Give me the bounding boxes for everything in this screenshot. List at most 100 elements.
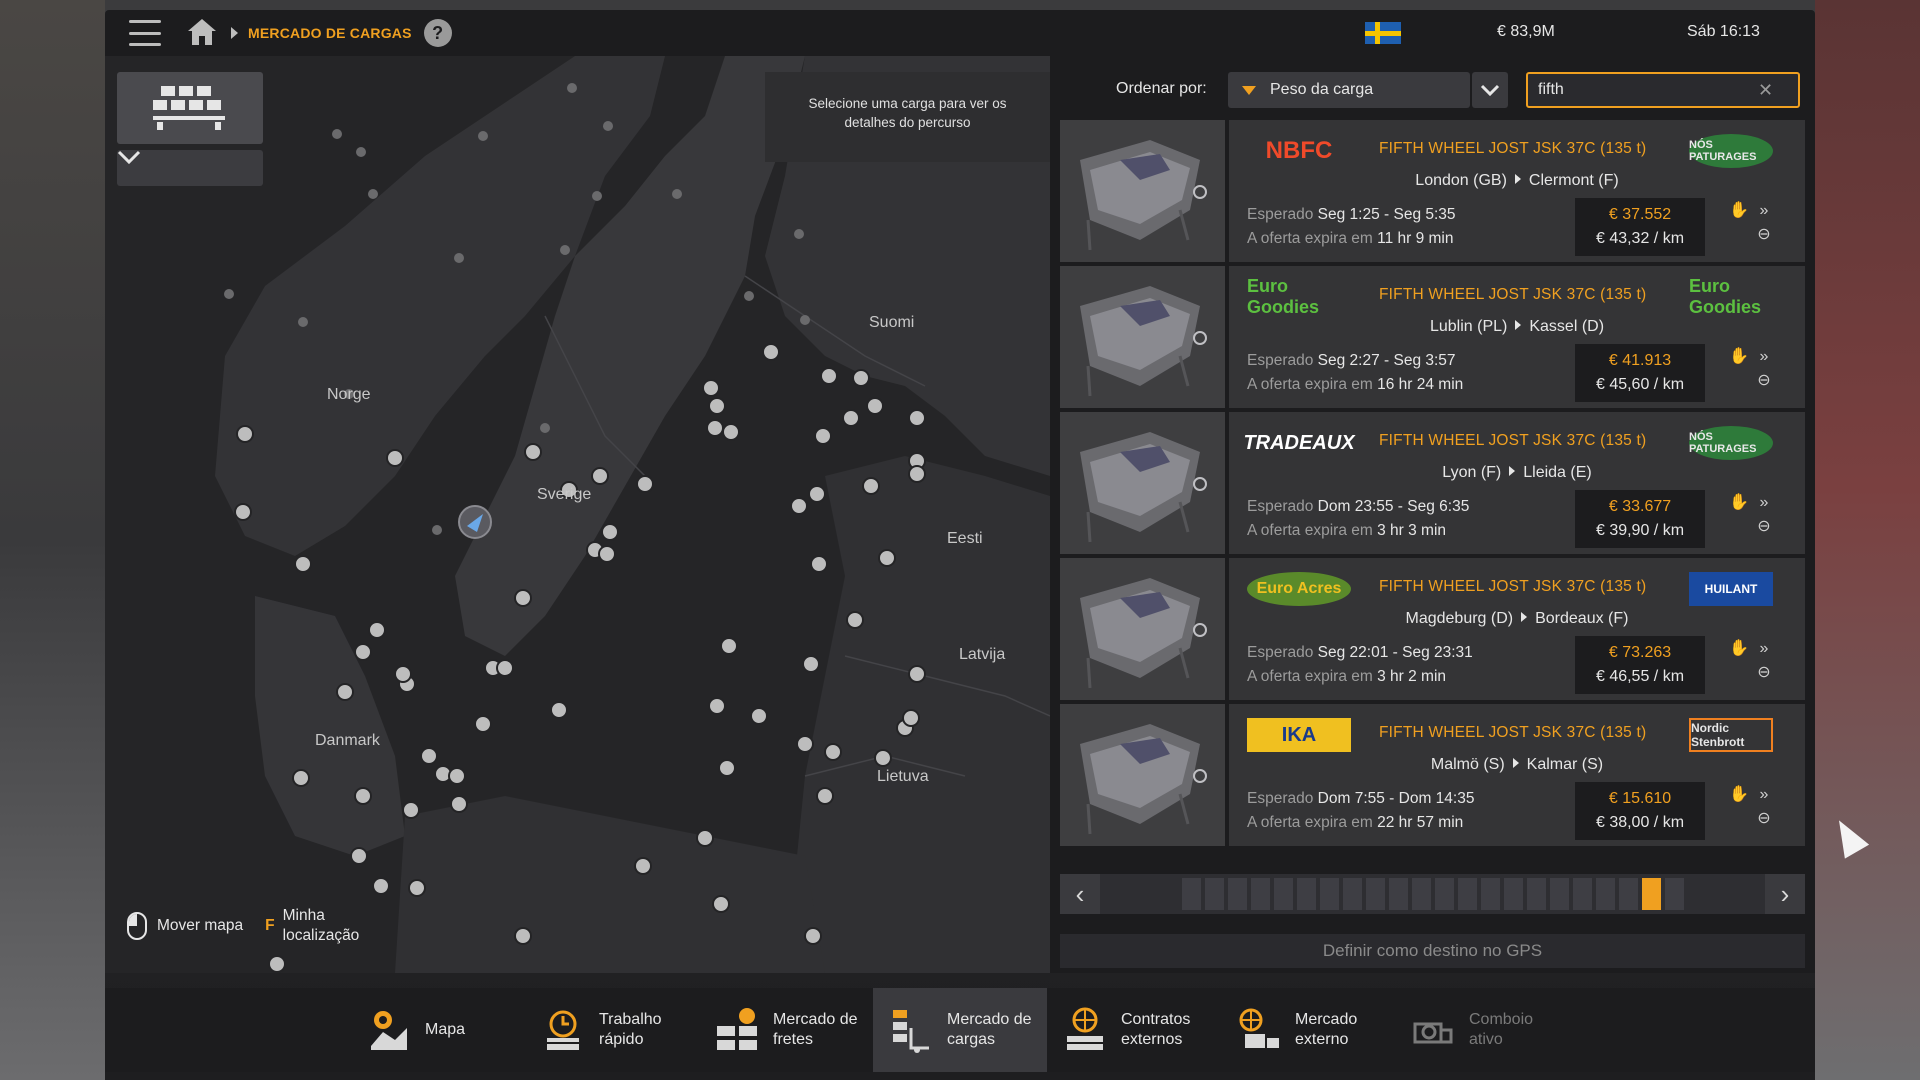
hand-icon[interactable]: ✋	[1729, 786, 1749, 804]
expected-time: Esperado Dom 23:55 - Seg 6:35	[1247, 498, 1469, 516]
breadcrumb-arrow-icon	[231, 27, 238, 39]
page-indicator[interactable]	[1618, 878, 1638, 910]
cargo-image[interactable]	[1060, 558, 1225, 700]
cargo-name: FIFTH WHEEL JOST JSK 37C (135 t)	[1379, 432, 1647, 449]
cargo-card[interactable]: TRADEAUX FIFTH WHEEL JOST JSK 37C (135 t…	[1060, 412, 1805, 554]
my-location-label[interactable]: Minha localização	[283, 906, 360, 946]
cargo-card[interactable]: Euro Goodies FIFTH WHEEL JOST JSK 37C (1…	[1060, 266, 1805, 408]
map-layer-button[interactable]	[117, 72, 263, 144]
nav-label-line1: Mercado de	[773, 1011, 858, 1028]
prev-page-button[interactable]: ‹	[1060, 874, 1100, 914]
search-field[interactable]: ✕	[1526, 72, 1800, 108]
page-indicator[interactable]	[1296, 878, 1316, 910]
cargo-name: FIFTH WHEEL JOST JSK 37C (135 t)	[1379, 286, 1647, 303]
background-left	[0, 0, 105, 1080]
nav-globe-truck[interactable]: Mercado externo	[1221, 988, 1395, 1072]
route-origin: Magdeburg (D)	[1405, 610, 1514, 627]
cargo-card[interactable]: Euro Acres FIFTH WHEEL JOST JSK 37C (135…	[1060, 558, 1805, 700]
cargo-details[interactable]: NBFC FIFTH WHEEL JOST JSK 37C (135 t) NÓ…	[1229, 120, 1805, 262]
urgency-arrows-icon: »	[1759, 640, 1769, 657]
cargo-image[interactable]	[1060, 412, 1225, 554]
nav-label-line2: rápido	[599, 1031, 644, 1048]
page-indicator[interactable]	[1526, 878, 1546, 910]
page-indicator[interactable]	[1480, 878, 1500, 910]
route-destination: Kalmar (S)	[1526, 756, 1604, 773]
route: Malmö (S) Kalmar (S)	[1229, 756, 1805, 774]
map-canvas[interactable]	[105, 56, 1050, 973]
route-origin: London (GB)	[1415, 172, 1507, 189]
cargo-image[interactable]	[1060, 704, 1225, 846]
page-indicator[interactable]	[1227, 878, 1247, 910]
nav-label-line2: cargas	[947, 1031, 996, 1048]
hand-icon[interactable]: ✋	[1729, 640, 1749, 658]
sort-select[interactable]: Peso da carga	[1228, 72, 1470, 108]
cargo-image[interactable]	[1060, 266, 1225, 408]
map-label-suomi: Suomi	[869, 314, 915, 331]
page-indicator[interactable]	[1664, 878, 1684, 910]
expected-value: Dom 23:55 - Seg 6:35	[1317, 498, 1470, 515]
bottom-navigation: Mapa Trabalho rápido Mercado de fretes M…	[105, 988, 1815, 1072]
page-indicator[interactable]	[1319, 878, 1339, 910]
expected-value: Dom 7:55 - Dom 14:35	[1317, 790, 1475, 807]
cargo-details[interactable]: Euro Goodies FIFTH WHEEL JOST JSK 37C (1…	[1229, 266, 1805, 408]
page-indicator[interactable]	[1181, 878, 1201, 910]
nav-map-pin[interactable]: Mapa	[351, 988, 525, 1072]
cargo-icon	[887, 1006, 935, 1054]
page-indicator[interactable]	[1204, 878, 1224, 910]
page-indicator[interactable]	[1411, 878, 1431, 910]
cargo-name: FIFTH WHEEL JOST JSK 37C (135 t)	[1379, 140, 1647, 157]
destination-company-logo: Nordic Stenbrott	[1689, 718, 1773, 752]
page-indicator[interactable]	[1250, 878, 1270, 910]
page-indicator[interactable]	[1503, 878, 1523, 910]
page-indicator[interactable]	[1388, 878, 1408, 910]
route-arrow-icon	[1515, 320, 1522, 330]
cargo-details[interactable]: IKA FIFTH WHEEL JOST JSK 37C (135 t) Nor…	[1229, 704, 1805, 846]
menu-icon[interactable]	[129, 20, 161, 46]
page-indicator[interactable]	[1549, 878, 1569, 910]
cargo-details[interactable]: TRADEAUX FIFTH WHEEL JOST JSK 37C (135 t…	[1229, 412, 1805, 554]
page-indicator[interactable]	[1434, 878, 1454, 910]
nav-convoy[interactable]: Comboio ativo	[1395, 988, 1569, 1072]
route: Magdeburg (D) Bordeaux (F)	[1229, 610, 1805, 628]
cargo-card[interactable]: IKA FIFTH WHEEL JOST JSK 37C (135 t) Nor…	[1060, 704, 1805, 846]
nav-cargo[interactable]: Mercado de cargas	[873, 988, 1047, 1072]
nav-freight[interactable]: Mercado de fretes	[699, 988, 873, 1072]
my-location-line2: localização	[282, 927, 360, 944]
cargo-card[interactable]: NBFC FIFTH WHEEL JOST JSK 37C (135 t) NÓ…	[1060, 120, 1805, 262]
page-indicator[interactable]	[1595, 878, 1615, 910]
map-label-eesti: Eesti	[947, 530, 983, 547]
cargo-image[interactable]	[1060, 120, 1225, 262]
nav-stopwatch[interactable]: Trabalho rápido	[525, 988, 699, 1072]
cargo-name: FIFTH WHEEL JOST JSK 37C (135 t)	[1379, 724, 1647, 741]
map-expand-button[interactable]	[117, 150, 263, 186]
map-controls: Mover mapa F Minha localização	[127, 906, 359, 946]
page-indicator[interactable]	[1342, 878, 1362, 910]
page-indicator[interactable]	[1273, 878, 1293, 910]
chevron-down-icon	[1480, 84, 1500, 96]
hand-icon[interactable]: ✋	[1729, 348, 1749, 366]
route: Lyon (F) Lleida (E)	[1229, 464, 1805, 482]
cargo-details[interactable]: Euro Acres FIFTH WHEEL JOST JSK 37C (135…	[1229, 558, 1805, 700]
map-panel[interactable]: Selecione uma carga para ver os detalhes…	[105, 56, 1050, 973]
hand-icon[interactable]: ✋	[1729, 202, 1749, 220]
search-input[interactable]	[1528, 81, 1758, 99]
page-indicator[interactable]	[1641, 878, 1661, 910]
sort-direction-icon	[1242, 85, 1256, 95]
home-icon[interactable]	[187, 19, 217, 47]
sort-dropdown-button[interactable]	[1472, 72, 1508, 108]
expected-label: Esperado	[1247, 644, 1314, 661]
hand-icon[interactable]: ✋	[1729, 494, 1749, 512]
next-page-button[interactable]: ›	[1765, 874, 1805, 914]
route-origin: Lublin (PL)	[1429, 318, 1508, 335]
nav-globe[interactable]: Contratos externos	[1047, 988, 1221, 1072]
expected-value: Seg 1:25 - Seg 5:35	[1317, 206, 1456, 223]
page-indicator[interactable]	[1365, 878, 1385, 910]
help-icon[interactable]: ?	[423, 19, 452, 47]
expiry-value: 11 hr 9 min	[1377, 230, 1454, 247]
page-indicator[interactable]	[1572, 878, 1592, 910]
set-gps-destination-button[interactable]: Definir como destino no GPS	[1060, 934, 1805, 968]
route-arrow-icon	[1509, 466, 1516, 476]
page-indicator[interactable]	[1457, 878, 1477, 910]
game-clock: Sáb 16:13	[1687, 23, 1760, 40]
clear-search-icon[interactable]: ✕	[1758, 80, 1773, 101]
